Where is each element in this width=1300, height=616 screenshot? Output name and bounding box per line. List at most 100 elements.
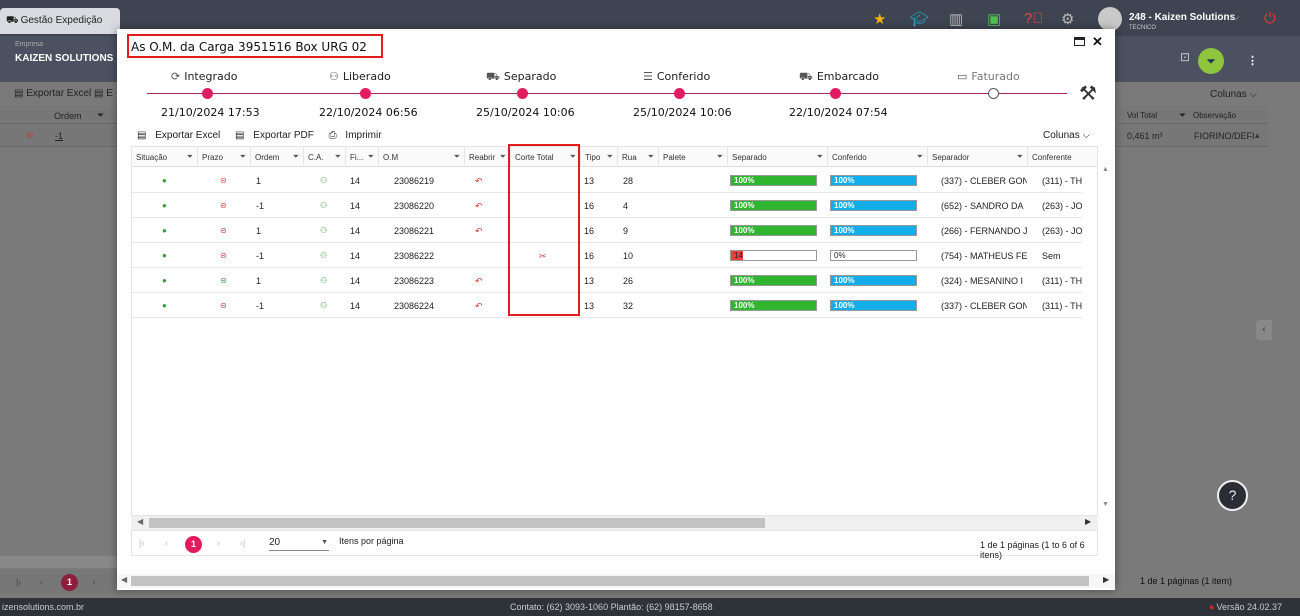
first-page-icon[interactable]: |‹ xyxy=(16,577,21,587)
bg-row-ordem[interactable]: -1 xyxy=(55,131,63,141)
side-collapse-button[interactable]: ‹ xyxy=(1256,320,1272,340)
step-4-dot[interactable] xyxy=(830,88,841,99)
filter-icon[interactable]: ⏷ xyxy=(717,152,723,162)
column-header[interactable]: Palete ⏷ xyxy=(659,147,728,167)
filter-icon[interactable]: ⏷ xyxy=(500,152,506,162)
scroll-left-icon[interactable]: ◀ xyxy=(137,517,143,526)
scroll-left-icon[interactable]: ◀ xyxy=(121,575,127,584)
bg-current-page[interactable]: 1 xyxy=(61,574,78,591)
column-header[interactable]: O.M ⏷ xyxy=(379,147,465,167)
gear-icon[interactable]: ⚙ xyxy=(1061,10,1074,28)
column-header[interactable]: Situação ⏷ xyxy=(132,147,198,167)
filter-icon[interactable]: ⏷ xyxy=(335,152,341,162)
prev-page-icon[interactable]: ‹ xyxy=(40,577,43,587)
scroll-thumb[interactable] xyxy=(149,518,765,528)
export-excel-button[interactable]: ▤ Exportar Excel xyxy=(137,130,226,141)
scroll-right-icon[interactable]: ▶ xyxy=(1103,575,1109,584)
column-header[interactable]: Conferido ⏷ xyxy=(828,147,928,167)
filter-icon[interactable]: ⏷ xyxy=(917,152,923,162)
filter-icon[interactable]: ⏷ xyxy=(97,110,104,121)
scroll-thumb[interactable] xyxy=(131,576,1089,586)
next-page-icon[interactable]: › xyxy=(92,577,95,587)
table-row[interactable]: ● ⊝ 1 ⚇ 14 23086219 ↶ 13 28 100% 100% (337) - CLEBE… xyxy=(132,168,1082,193)
app-tab[interactable]: ⛟ Gestão Expedição xyxy=(0,8,120,34)
reopen-icon[interactable]: ↶ xyxy=(475,301,483,312)
filter-icon[interactable]: ⏷ xyxy=(607,152,613,162)
reopen-icon[interactable]: ↶ xyxy=(475,201,483,212)
step-1-dot[interactable] xyxy=(360,88,371,99)
grid-vertical-scrollbar[interactable]: ▲ ▼ xyxy=(1100,166,1113,516)
filter-icon[interactable]: ⏷ xyxy=(454,152,460,162)
last-page-icon[interactable]: ›| xyxy=(240,538,245,548)
reopen-icon[interactable]: ↶ xyxy=(475,226,483,237)
table-row[interactable]: ● ⊝ 1 ⚇ 14 23086223 ↶ 13 26 100% 100% (324) - MESAN… xyxy=(132,268,1082,293)
footer-site[interactable]: izensolutions.com.br xyxy=(2,602,84,612)
step-2-dot[interactable] xyxy=(517,88,528,99)
filter-icon[interactable]: ⏷ xyxy=(817,152,823,162)
kebab-menu-icon[interactable]: ⋮ xyxy=(1247,54,1258,67)
filter-icon[interactable]: ⏷ xyxy=(648,152,654,162)
star-icon[interactable]: ★ xyxy=(873,10,886,28)
filter-icon[interactable]: ⏷ xyxy=(240,152,246,162)
reopen-icon[interactable]: ↶ xyxy=(475,276,483,287)
table-row[interactable]: ● ⊝ 1 ⚇ 14 23086221 ↶ 16 9 100% 100% (266) - FERNAN… xyxy=(132,218,1082,243)
table-row[interactable]: ● ⊝ -1 ⚇ 14 23086222 ✂ 16 10 14 0% (754) - MATHEUS … xyxy=(132,243,1082,268)
filter-icon[interactable]: ⏷ xyxy=(1017,152,1023,162)
scroll-right-icon[interactable]: ▶ xyxy=(1085,517,1091,526)
column-header[interactable]: Fi... ⏷ xyxy=(346,147,379,167)
step-0-dot[interactable] xyxy=(202,88,213,99)
page-size-select[interactable]: 20 ▼ xyxy=(269,537,329,551)
tools-icon[interactable]: ⚒ xyxy=(1079,81,1097,106)
map-icon[interactable]: ▥ xyxy=(949,10,963,28)
scroll-up-icon[interactable]: ▲ xyxy=(1102,166,1109,173)
table-row[interactable]: ● ⊝ -1 ⚇ 14 23086220 ↶ 16 4 100% 100% (652) - SANDR… xyxy=(132,193,1082,218)
filter-icon[interactable]: ⏷ xyxy=(187,152,193,162)
filter-icon[interactable]: ⏷ xyxy=(368,152,374,162)
colunas-button[interactable]: Colunas ⌵ xyxy=(1043,130,1090,141)
scroll-up-icon[interactable]: ▴ xyxy=(1255,130,1260,141)
column-header[interactable]: Conferente xyxy=(1028,147,1097,167)
user-check-icon: ⚇ xyxy=(320,276,328,285)
reopen-icon[interactable]: ↶ xyxy=(475,176,483,187)
filter-icon[interactable]: ⏷ xyxy=(293,152,299,162)
column-header[interactable]: Ordem ⏷ xyxy=(251,147,304,167)
table-row[interactable]: ● ⊝ -1 ⚇ 14 23086224 ↶ 13 32 100% 100% (337) - CLEB… xyxy=(132,293,1082,318)
bg-colunas-button[interactable]: Colunas ⌵ xyxy=(1210,89,1257,100)
print-button[interactable]: ⎙ Imprimir xyxy=(329,130,388,141)
grid-horizontal-scrollbar[interactable]: ◀ ▶ xyxy=(131,516,1098,530)
row-conferente: (311) - TH xyxy=(1042,276,1082,286)
step-3-dot[interactable] xyxy=(674,88,685,99)
next-page-icon[interactable]: › xyxy=(217,538,220,548)
filter-icon[interactable]: ⏷ xyxy=(1179,110,1186,121)
column-header[interactable]: Separador ⏷ xyxy=(928,147,1028,167)
column-header[interactable]: Tipo ⏷ xyxy=(581,147,618,167)
bg-export-excel[interactable]: ▤ Exportar Excel ▤ E xyxy=(14,88,113,99)
bg-horizontal-scrollbar[interactable] xyxy=(0,556,118,568)
graduation-icon[interactable]: 🎓︎ xyxy=(910,10,929,28)
logout-icon[interactable]: ⏻ xyxy=(1264,10,1276,27)
row-fi: 14 xyxy=(350,201,361,211)
help-button[interactable]: ? xyxy=(1217,480,1248,511)
maximize-icon[interactable] xyxy=(1074,37,1085,46)
expand-icon[interactable]: ⊡ xyxy=(1180,50,1190,64)
column-header[interactable]: Separado ⏷ xyxy=(728,147,828,167)
export-pdf-button[interactable]: ▤ Exportar PDF xyxy=(235,130,320,141)
avatar[interactable] xyxy=(1098,7,1122,31)
step-5-dot[interactable] xyxy=(988,88,999,99)
help-circle-icon[interactable]: ?⃝ xyxy=(1024,10,1044,27)
current-page[interactable]: 1 xyxy=(185,536,202,553)
chevron-down-icon[interactable]: ⌵ xyxy=(1232,12,1240,23)
user-name[interactable]: 248 - Kaizen Solutions xyxy=(1129,12,1235,23)
column-header[interactable]: Prazo ⏷ xyxy=(198,147,251,167)
first-page-icon[interactable]: |‹ xyxy=(139,538,144,548)
prev-page-icon[interactable]: ‹ xyxy=(165,538,168,548)
column-header[interactable]: Reabrir ⏷ xyxy=(465,147,511,167)
modal-horizontal-scrollbar[interactable]: ◀ ▶ xyxy=(117,574,1115,588)
column-header[interactable]: C.A. ⏷ xyxy=(304,147,346,167)
step-5-label: ▭ Faturado xyxy=(957,70,1020,83)
filter-button[interactable]: ⏷ xyxy=(1198,48,1224,74)
close-icon[interactable]: ✕ xyxy=(1092,34,1103,50)
scroll-down-icon[interactable]: ▼ xyxy=(1102,501,1109,508)
dashboard-icon[interactable]: ▣ xyxy=(987,10,1001,28)
column-header[interactable]: Rua ⏷ xyxy=(618,147,659,167)
